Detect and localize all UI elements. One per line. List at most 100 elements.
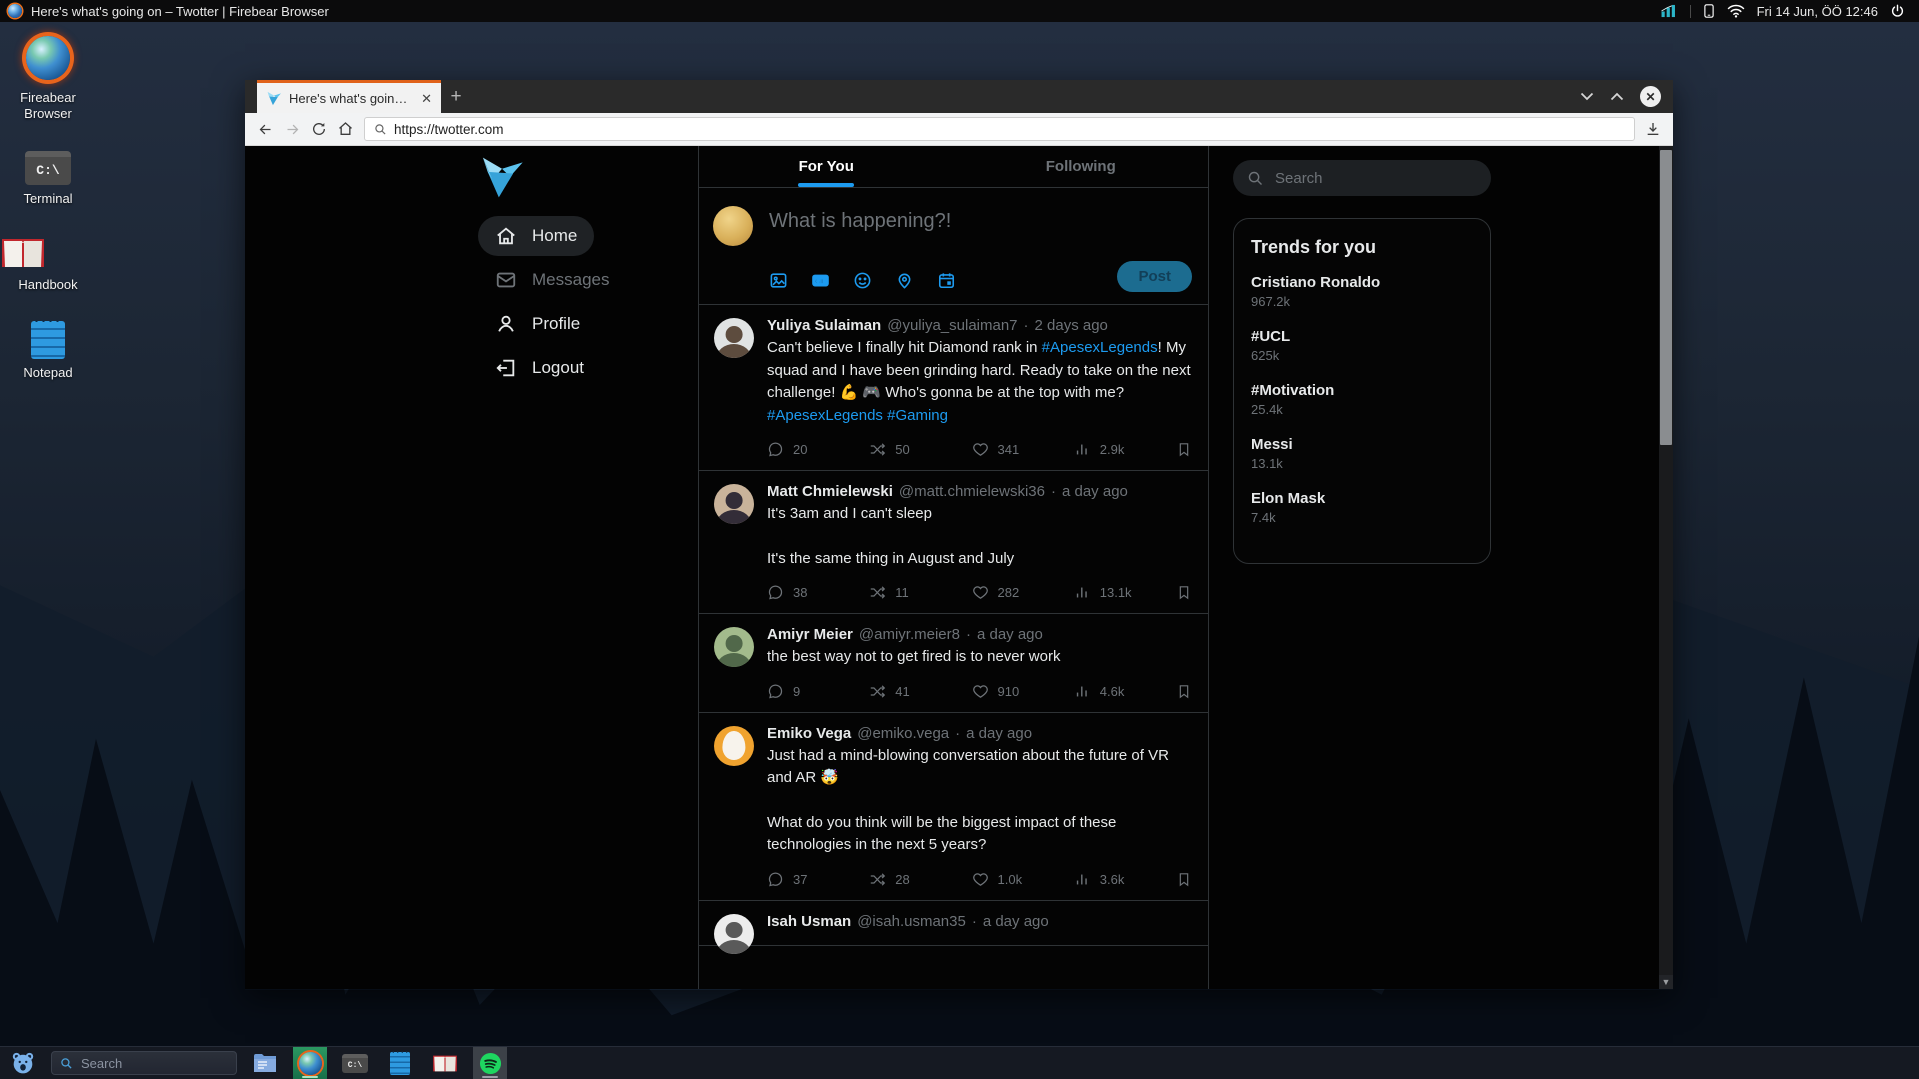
trend-item[interactable]: #Motivation 25.4k xyxy=(1251,382,1473,417)
search-icon xyxy=(60,1057,73,1070)
post-button[interactable]: Post xyxy=(1117,261,1192,292)
tweet-avatar[interactable] xyxy=(714,318,754,358)
scrollbar-down-arrow[interactable]: ▼ xyxy=(1659,975,1673,989)
tweet-handle[interactable]: @emiko.vega xyxy=(857,725,949,742)
network-stats-icon[interactable] xyxy=(1660,4,1678,18)
trend-item[interactable]: #UCL 625k xyxy=(1251,328,1473,363)
tweet[interactable]: Yuliya Sulaiman @yuliya_sulaiman7 · 2 da… xyxy=(699,305,1208,471)
twitter-search-input[interactable]: Search xyxy=(1233,160,1491,196)
user-avatar[interactable] xyxy=(713,206,753,246)
window-maximize-icon[interactable] xyxy=(1610,92,1624,101)
forward-button[interactable] xyxy=(284,122,301,137)
twitter-logo[interactable] xyxy=(478,156,526,199)
tab-close-icon[interactable]: ✕ xyxy=(421,92,432,105)
wifi-icon[interactable] xyxy=(1727,4,1745,18)
phone-icon[interactable] xyxy=(1703,4,1715,18)
like-button[interactable]: 282 xyxy=(972,584,1074,601)
schedule-icon[interactable] xyxy=(937,271,956,290)
like-button[interactable]: 341 xyxy=(972,441,1074,458)
hashtag-link[interactable]: #ApesexLegends xyxy=(1042,339,1158,356)
reload-button[interactable] xyxy=(311,121,327,137)
trend-item[interactable]: Messi 13.1k xyxy=(1251,436,1473,471)
retweet-button[interactable]: 41 xyxy=(869,683,971,700)
tweet-avatar[interactable] xyxy=(714,726,754,766)
nav-item-logout[interactable]: Logout xyxy=(478,348,601,388)
reply-button[interactable]: 9 xyxy=(767,683,869,700)
add-image-icon[interactable] xyxy=(769,271,788,290)
desktop-icon-fireabear-browser[interactable]: Fireabear Browser xyxy=(0,36,96,123)
new-tab-button[interactable]: + xyxy=(441,80,471,113)
window-close-button[interactable]: ✕ xyxy=(1640,86,1661,107)
taskbar-terminal[interactable]: C:\ xyxy=(338,1047,372,1079)
views-button[interactable]: 4.6k xyxy=(1074,683,1176,700)
clock[interactable]: Fri 14 Jun, ÖÖ 12:46 xyxy=(1757,4,1878,19)
add-location-icon[interactable] xyxy=(895,271,914,290)
desktop-icon-terminal[interactable]: C:\ Terminal xyxy=(0,151,96,207)
views-button[interactable]: 2.9k xyxy=(1074,441,1176,458)
bookmark-button[interactable] xyxy=(1176,683,1192,700)
taskbar-notepad[interactable] xyxy=(383,1047,417,1079)
tweet-author[interactable]: Amiyr Meier xyxy=(767,626,853,643)
desktop-icon-notepad[interactable]: Notepad xyxy=(0,321,96,381)
tweet[interactable]: Amiyr Meier @amiyr.meier8 · a day ago th… xyxy=(699,614,1208,713)
taskbar-firebear-browser[interactable] xyxy=(293,1047,327,1079)
start-button[interactable] xyxy=(6,1047,40,1079)
trend-item[interactable]: Elon Mask 7.4k xyxy=(1251,490,1473,525)
tab-for-you[interactable]: For You xyxy=(699,146,954,187)
hashtag-link[interactable]: #Gaming xyxy=(887,407,948,424)
nav-item-messages[interactable]: Messages xyxy=(478,260,626,300)
tweet-handle[interactable]: @isah.usman35 xyxy=(857,913,966,930)
back-button[interactable] xyxy=(257,122,274,137)
desktop-icon-handbook[interactable]: Handbook xyxy=(0,235,96,293)
tweet-author[interactable]: Yuliya Sulaiman xyxy=(767,317,881,334)
tweet-avatar[interactable] xyxy=(714,484,754,524)
like-button[interactable]: 910 xyxy=(972,683,1074,700)
tweet-handle[interactable]: @yuliya_sulaiman7 xyxy=(887,317,1017,334)
bookmark-icon xyxy=(1176,871,1192,888)
power-icon[interactable] xyxy=(1890,4,1905,18)
tweet[interactable]: Matt Chmielewski @matt.chmielewski36 · a… xyxy=(699,471,1208,614)
reply-button[interactable]: 37 xyxy=(767,871,869,888)
scrollbar-thumb[interactable] xyxy=(1660,150,1672,445)
reply-button[interactable]: 38 xyxy=(767,584,869,601)
page-scrollbar[interactable]: ▼ xyxy=(1659,146,1673,989)
bookmark-button[interactable] xyxy=(1176,871,1192,888)
url-bar[interactable]: https://twotter.com xyxy=(364,117,1635,141)
bookmark-button[interactable] xyxy=(1176,584,1192,601)
tweet-avatar[interactable] xyxy=(714,627,754,667)
tweet[interactable]: Emiko Vega @emiko.vega · a day ago Just … xyxy=(699,713,1208,901)
bookmark-button[interactable] xyxy=(1176,441,1192,458)
add-emoji-icon[interactable] xyxy=(853,271,872,290)
taskbar-file-manager[interactable] xyxy=(248,1047,282,1079)
tweet-author[interactable]: Matt Chmielewski xyxy=(767,483,893,500)
window-restore-down-icon[interactable] xyxy=(1580,92,1594,101)
tweet-handle[interactable]: @amiyr.meier8 xyxy=(859,626,960,643)
tweet-avatar[interactable] xyxy=(714,914,754,954)
retweet-button[interactable]: 28 xyxy=(869,871,971,888)
compose-input[interactable]: What is happening?! xyxy=(769,210,1192,233)
trend-item[interactable]: Cristiano Ronaldo 967.2k xyxy=(1251,274,1473,309)
add-gif-icon[interactable]: GIF xyxy=(811,271,830,290)
nav-item-home[interactable]: Home xyxy=(478,216,594,256)
nav-item-profile[interactable]: Profile xyxy=(478,304,597,344)
retweet-button[interactable]: 11 xyxy=(869,584,971,601)
tweet-handle[interactable]: @matt.chmielewski36 xyxy=(899,483,1045,500)
browser-tab-bar: Here's what's goin… ✕ + ✕ xyxy=(245,80,1673,113)
views-button[interactable]: 3.6k xyxy=(1074,871,1176,888)
tweet-author[interactable]: Isah Usman xyxy=(767,913,851,930)
tweet-author[interactable]: Emiko Vega xyxy=(767,725,851,742)
retweet-button[interactable]: 50 xyxy=(869,441,971,458)
tab-following[interactable]: Following xyxy=(954,146,1209,187)
like-button[interactable]: 1.0k xyxy=(972,871,1074,888)
reply-button[interactable]: 20 xyxy=(767,441,869,458)
home-button[interactable] xyxy=(337,121,354,137)
taskbar-spotify[interactable] xyxy=(473,1047,507,1079)
browser-tab[interactable]: Here's what's goin… ✕ xyxy=(257,80,441,113)
taskbar-handbook[interactable] xyxy=(428,1047,462,1079)
downloads-button[interactable] xyxy=(1645,121,1661,137)
heart-icon xyxy=(972,871,989,888)
tweet[interactable]: Isah Usman @isah.usman35 · a day ago xyxy=(699,901,1208,946)
views-button[interactable]: 13.1k xyxy=(1074,584,1176,601)
hashtag-link[interactable]: #ApesexLegends xyxy=(767,407,883,424)
taskbar-search-input[interactable]: Search xyxy=(51,1051,237,1075)
